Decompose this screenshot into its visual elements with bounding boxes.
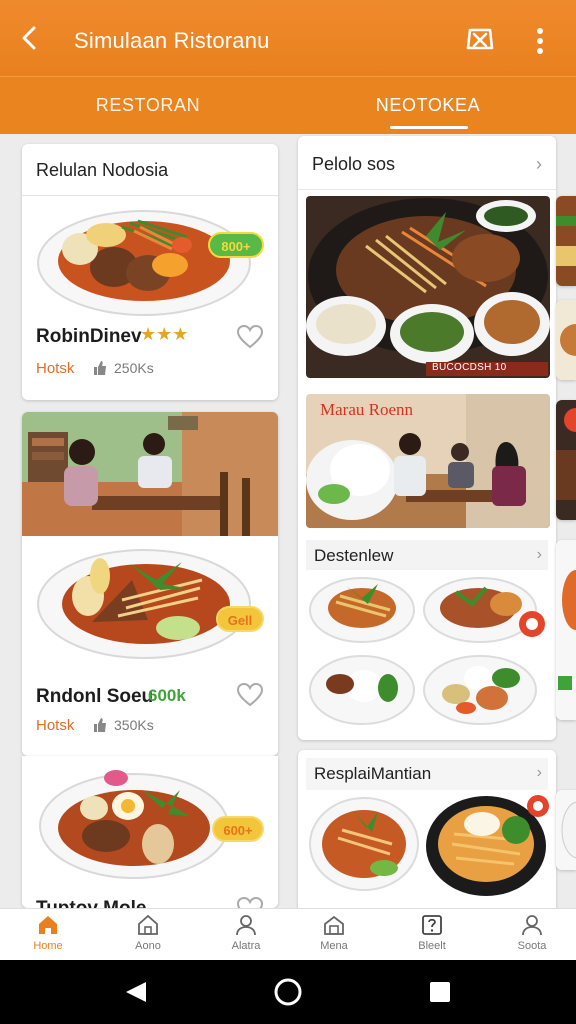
section-header[interactable]: ResplaiMantian › bbox=[306, 758, 548, 790]
active-tab-indicator bbox=[390, 126, 468, 129]
nav-label: Aono bbox=[135, 940, 161, 952]
nav-label: Bleelt bbox=[418, 940, 446, 952]
home-icon bbox=[39, 916, 57, 934]
dish-grid bbox=[306, 572, 550, 732]
next-card-peek[interactable] bbox=[556, 540, 576, 720]
restaurant-card[interactable]: 600+ Tuptov Mole bbox=[22, 756, 278, 908]
help-icon bbox=[422, 915, 442, 935]
home-outline-icon bbox=[138, 914, 158, 935]
dish-image bbox=[22, 540, 278, 670]
dish-image bbox=[22, 197, 278, 327]
featured-section: Pelolo sos › BUCOCDSH 10 Marau Roenn Des… bbox=[298, 136, 556, 740]
nav-home[interactable]: Home bbox=[0, 909, 96, 961]
restaurant-card[interactable]: Gell Rndonl Soeu 600k Hotsk 350Ks bbox=[22, 412, 278, 756]
system-home-icon[interactable] bbox=[272, 976, 304, 1008]
section-title: Pelolo sos bbox=[312, 154, 396, 174]
favorite-heart-icon[interactable] bbox=[236, 896, 264, 908]
system-back-icon[interactable] bbox=[120, 976, 152, 1008]
review-count: 250Ks bbox=[114, 360, 154, 376]
app-bar: Simulaan Ristoranu bbox=[0, 0, 576, 76]
profile-icon bbox=[522, 915, 542, 936]
back-arrow-icon[interactable] bbox=[14, 22, 46, 54]
subsection-header[interactable]: Destenlew › bbox=[306, 540, 548, 570]
system-recents-icon[interactable] bbox=[424, 976, 456, 1008]
next-card-peek[interactable] bbox=[556, 300, 576, 380]
price-badge: 600+ bbox=[212, 816, 264, 842]
card-title: Relulan Nodosia bbox=[36, 160, 169, 180]
nav-label: Mena bbox=[320, 940, 348, 952]
card-header: Relulan Nodosia bbox=[22, 144, 278, 196]
price-badge: Gell bbox=[216, 606, 264, 632]
next-card-peek[interactable] bbox=[556, 790, 576, 870]
nav-label: Alatra bbox=[231, 940, 261, 952]
nav-alatra[interactable]: Alatra bbox=[198, 909, 294, 961]
nav-label: Soota bbox=[517, 940, 547, 952]
price-badge: 800+ bbox=[208, 232, 264, 258]
user-icon bbox=[236, 915, 256, 936]
app-screen: Simulaan Ristoranu RESTORAN NEOTOKEA Rel… bbox=[0, 0, 576, 1024]
more-vertical-icon[interactable] bbox=[526, 22, 554, 58]
restaurant-photo bbox=[22, 412, 278, 536]
bottom-navigation: Home Aono Alatra Mena Bleelt Soota bbox=[0, 908, 576, 960]
restaurant-name: Rndonl Soeu bbox=[36, 686, 154, 707]
thumbs-up-icon bbox=[92, 360, 108, 376]
section-title: ResplaiMantian bbox=[314, 764, 432, 783]
store-icon bbox=[324, 915, 344, 935]
nav-soota[interactable]: Soota bbox=[484, 909, 576, 961]
app-title: Simulaan Ristoranu bbox=[74, 28, 270, 53]
nav-bleelt[interactable]: Bleelt bbox=[384, 909, 480, 961]
favorite-heart-icon[interactable] bbox=[236, 682, 264, 708]
nav-label: Home bbox=[33, 940, 63, 952]
review-count: 350Ks bbox=[114, 717, 154, 733]
restaurant-card[interactable]: Relulan Nodosia 800+ RobinDinev ★★★ Hots… bbox=[22, 144, 278, 400]
name-accent: 600k bbox=[148, 686, 186, 705]
next-card-peek[interactable] bbox=[556, 400, 576, 520]
tab-restoran[interactable]: RESTORAN bbox=[60, 77, 236, 135]
nav-aono[interactable]: Aono bbox=[100, 909, 196, 961]
chevron-right-icon: › bbox=[536, 154, 542, 174]
restaurant-sign: Marau Roenn bbox=[320, 400, 414, 419]
tab-bar: RESTORAN NEOTOKEA bbox=[0, 76, 576, 134]
photo-overlay-label: BUCOCDSH 10 bbox=[432, 362, 507, 373]
nav-mena[interactable]: Mena bbox=[286, 909, 382, 961]
chevron-right-icon: › bbox=[536, 546, 542, 563]
subsection-title: Destenlew bbox=[314, 546, 394, 565]
favorite-heart-icon[interactable] bbox=[236, 324, 264, 350]
restaurant-name: Tuptov Mole bbox=[36, 898, 146, 908]
featured-food-photo[interactable]: BUCOCDSH 10 bbox=[306, 196, 550, 378]
map-pin-off-icon[interactable] bbox=[462, 22, 498, 58]
restaurant-tag: Hotsk bbox=[36, 717, 75, 734]
restaurant-tag: Hotsk bbox=[36, 360, 75, 377]
rating-stars: ★★★ bbox=[140, 324, 189, 344]
restaurant-interior-photo[interactable]: Marau Roenn bbox=[306, 394, 550, 528]
chevron-right-icon: › bbox=[536, 764, 542, 781]
next-card-peek[interactable] bbox=[556, 196, 576, 286]
thumbs-up-icon bbox=[92, 717, 108, 733]
section-header[interactable]: Pelolo sos › bbox=[298, 136, 556, 190]
restaurant-name: RobinDinev bbox=[36, 326, 142, 347]
system-navigation-bar bbox=[0, 960, 576, 1024]
dish-pair-image[interactable] bbox=[306, 794, 550, 920]
featured-section: ResplaiMantian › bbox=[298, 750, 556, 920]
